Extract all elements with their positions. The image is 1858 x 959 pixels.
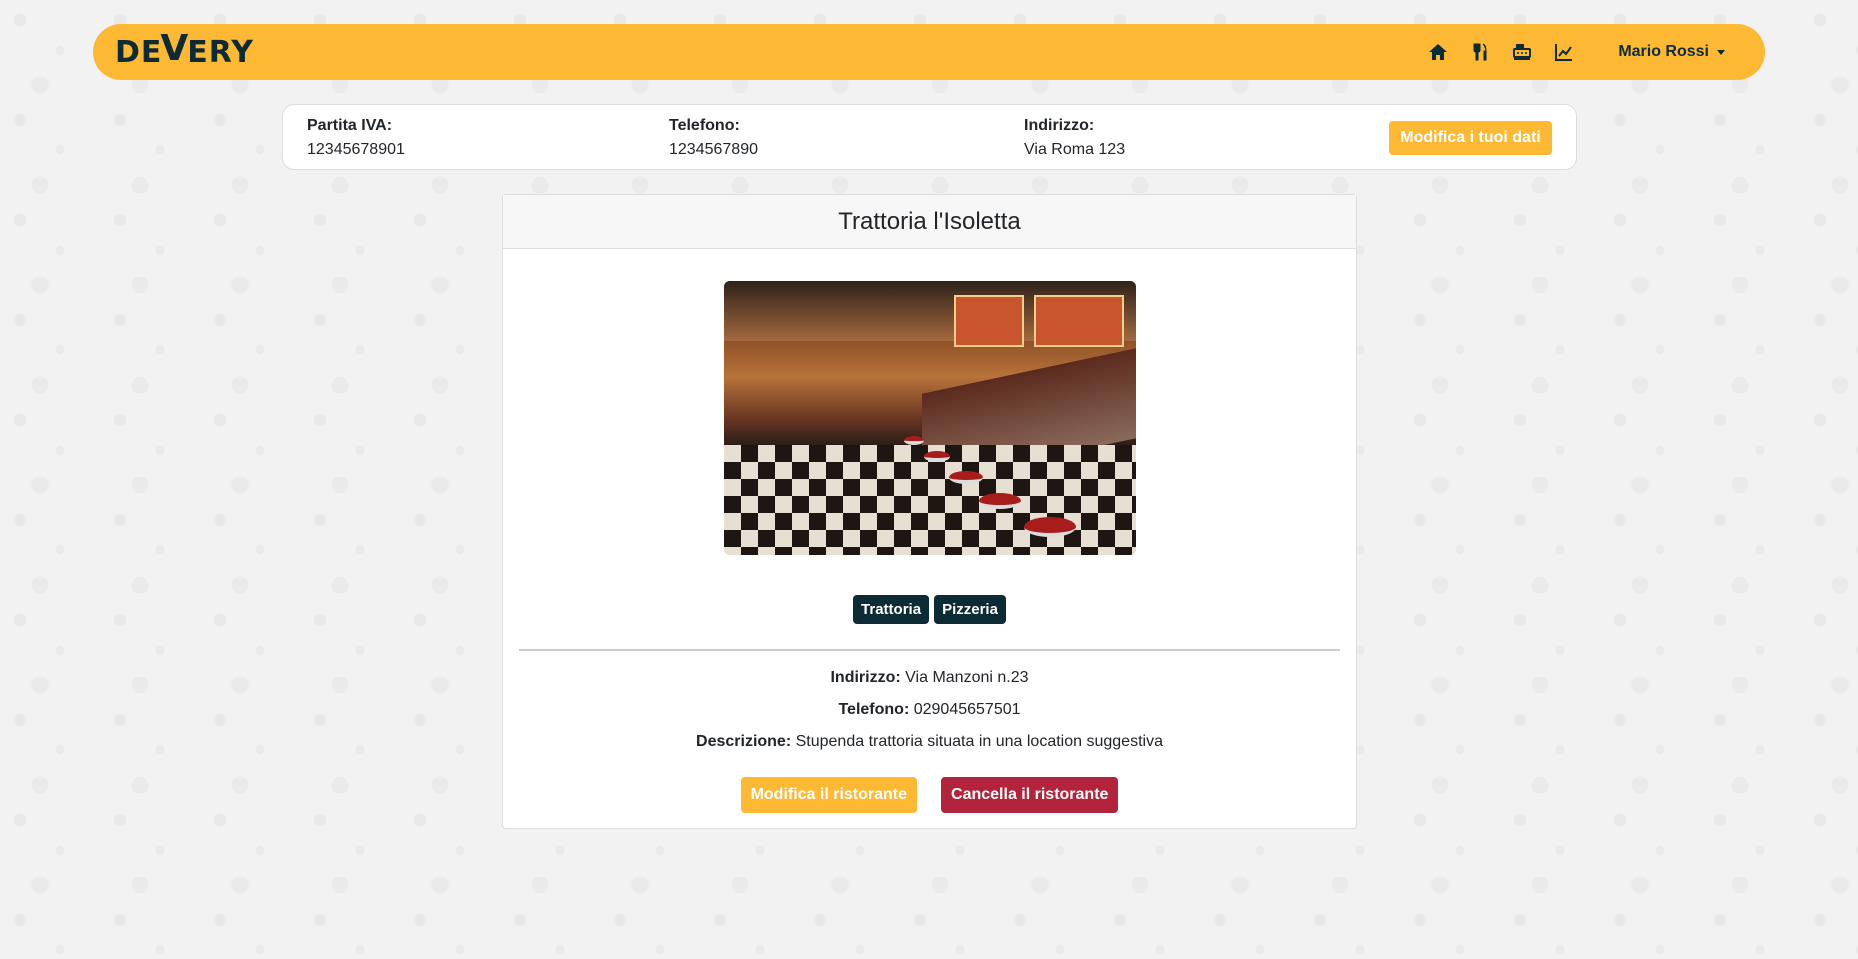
photo-stool bbox=[924, 451, 950, 462]
address-label: Indirizzo: bbox=[1024, 117, 1095, 134]
photo-stool bbox=[904, 436, 924, 445]
restaurant-phone-value: 029045657501 bbox=[913, 701, 1021, 718]
address-value: Via Roma 123 bbox=[1024, 141, 1126, 158]
photo-sign bbox=[954, 295, 1024, 347]
restaurant-phone-label: Telefono: bbox=[838, 701, 910, 718]
utensils-icon[interactable] bbox=[1470, 42, 1490, 62]
restaurant-description-value: Stupenda trattoria situata in una locati… bbox=[795, 733, 1163, 750]
logo-text-2: V bbox=[160, 27, 190, 69]
navbar: DE V ERY Mario Rossi bbox=[93, 24, 1765, 80]
edit-profile-button[interactable]: Modifica i tuoi dati bbox=[1389, 121, 1552, 155]
photo-sign bbox=[1034, 295, 1124, 347]
restaurant-tags: Trattoria Pizzeria bbox=[503, 595, 1356, 624]
logo-text-3: ERY bbox=[187, 34, 254, 70]
restaurant-address-value: Via Manzoni n.23 bbox=[905, 669, 1029, 686]
photo-stool bbox=[949, 471, 983, 484]
edit-restaurant-button[interactable]: Modifica il ristorante bbox=[740, 777, 918, 813]
user-menu[interactable]: Mario Rossi bbox=[1618, 43, 1725, 61]
restaurant-phone: Telefono: 029045657501 bbox=[503, 701, 1356, 719]
cash-register-icon[interactable] bbox=[1512, 42, 1532, 62]
restaurant-photo bbox=[724, 281, 1136, 555]
piva-value: 12345678901 bbox=[307, 141, 405, 158]
restaurant-description: Descrizione: Stupenda trattoria situata … bbox=[503, 733, 1356, 751]
owner-info-bar: Partita IVA: 12345678901 Telefono: 12345… bbox=[282, 104, 1577, 170]
restaurant-card: Trattoria l'Isoletta Trattoria Pizzeria … bbox=[502, 194, 1357, 829]
restaurant-address-label: Indirizzo: bbox=[830, 669, 901, 686]
piva-label: Partita IVA: bbox=[307, 117, 393, 134]
restaurant-name: Trattoria l'Isoletta bbox=[503, 195, 1356, 249]
logo-text-1: DE bbox=[115, 34, 163, 70]
nav-right: Mario Rossi bbox=[1428, 42, 1725, 62]
logo[interactable]: DE V ERY bbox=[115, 28, 254, 73]
user-name: Mario Rossi bbox=[1618, 43, 1709, 60]
chart-line-icon[interactable] bbox=[1554, 42, 1574, 62]
tag-trattoria: Trattoria bbox=[853, 595, 930, 624]
tag-pizzeria: Pizzeria bbox=[934, 595, 1006, 624]
phone-info: Telefono: 1234567890 bbox=[669, 117, 758, 159]
phone-value: 1234567890 bbox=[669, 141, 758, 158]
photo-stool bbox=[979, 493, 1021, 509]
divider bbox=[519, 649, 1340, 651]
delete-restaurant-button[interactable]: Cancella il ristorante bbox=[941, 777, 1119, 813]
address-info: Indirizzo: Via Roma 123 bbox=[1024, 117, 1125, 159]
photo-floor bbox=[724, 445, 1136, 555]
home-icon[interactable] bbox=[1428, 42, 1448, 62]
restaurant-description-label: Descrizione: bbox=[696, 733, 792, 750]
card-actions: Modifica il ristorante Cancella il risto… bbox=[503, 777, 1356, 813]
photo-stool bbox=[1024, 517, 1076, 537]
chevron-down-icon bbox=[1717, 49, 1725, 55]
phone-label: Telefono: bbox=[669, 117, 740, 134]
restaurant-address: Indirizzo: Via Manzoni n.23 bbox=[503, 669, 1356, 687]
piva-info: Partita IVA: 12345678901 bbox=[307, 117, 405, 159]
